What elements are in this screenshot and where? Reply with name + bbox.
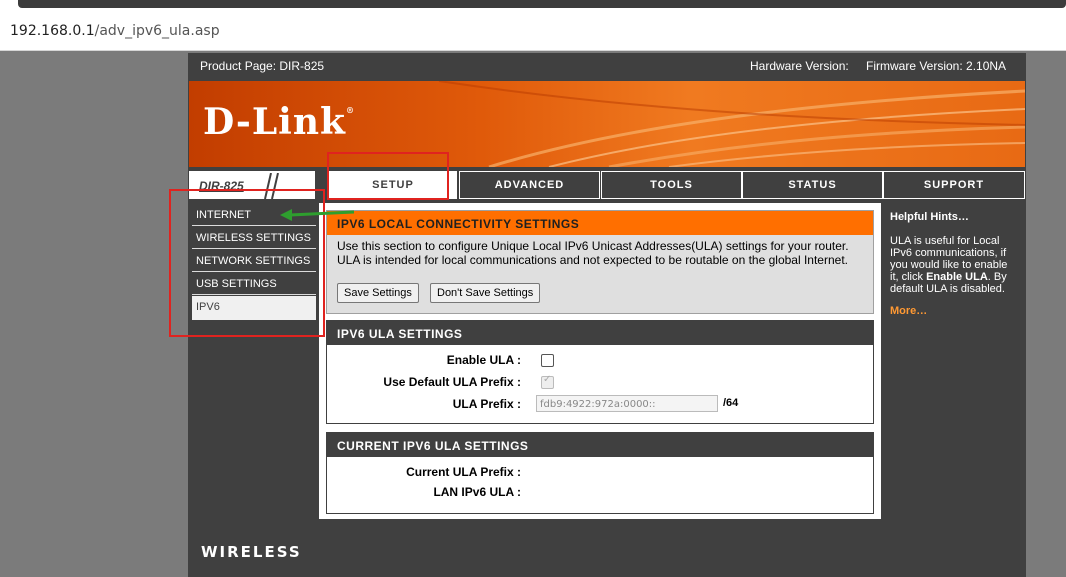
address-bar[interactable]: 192.168.0.1/adv_ipv6_ula.asp (0, 12, 1066, 51)
default-prefix-row: Use Default ULA Prefix : (327, 372, 875, 392)
tab-tools[interactable]: TOOLS (601, 171, 742, 199)
save-settings-button[interactable]: Save Settings (337, 283, 419, 303)
prefix-length: /64 (723, 397, 739, 409)
enable-ula-label: Enable ULA : (446, 353, 521, 367)
annotation-arrow-icon (280, 209, 355, 221)
wireless-footer-label: WIRELESS (201, 543, 302, 561)
ula-prefix-row: ULA Prefix : fdb9:4922:972a:0000:: /64 (327, 394, 875, 414)
browser-top-strip (0, 0, 1066, 12)
hints-body: ULA is useful for Local IPv6 communicati… (890, 235, 1008, 295)
section-description: Use this section to configure Unique Loc… (337, 239, 849, 267)
ipv6-local-connectivity-panel: IPV6 LOCAL CONNECTIVITY SETTINGS Use thi… (326, 210, 874, 314)
current-prefix-label: Current ULA Prefix : (406, 465, 521, 479)
product-bar: Product Page: DIR-825 Hardware Version: … (188, 53, 1026, 79)
hardware-version: Hardware Version: (750, 59, 849, 73)
enable-ula-checkbox[interactable] (541, 354, 554, 367)
firmware-version: Firmware Version: 2.10NA (866, 59, 1007, 73)
browser-tabbar (18, 0, 1066, 8)
tab-support[interactable]: SUPPORT (883, 171, 1025, 199)
section-title: IPV6 LOCAL CONNECTIVITY SETTINGS (327, 211, 873, 235)
lan-ipv6-ula-label: LAN IPv6 ULA : (433, 485, 521, 499)
use-default-prefix-checkbox[interactable] (541, 374, 554, 389)
enable-ula-row: Enable ULA : (327, 350, 875, 370)
ula-prefix-input[interactable]: fdb9:4922:972a:0000:: (536, 395, 718, 412)
default-prefix-label: Use Default ULA Prefix : (383, 375, 521, 389)
dlink-banner: D-Link® (189, 81, 1025, 167)
ipv6-ula-settings-panel: IPV6 ULA SETTINGS Enable ULA : Use Defau… (326, 320, 874, 424)
more-link[interactable]: More… (890, 305, 927, 317)
product-page-link[interactable]: Product Page: DIR-825 (200, 59, 324, 73)
annotation-highlight-setup (327, 152, 449, 200)
footer: WIRELESS (188, 521, 1026, 577)
tab-advanced[interactable]: ADVANCED (459, 171, 600, 199)
section-title: IPV6 ULA SETTINGS (327, 321, 873, 345)
dont-save-settings-button[interactable]: Don't Save Settings (430, 283, 541, 303)
current-prefix-row: Current ULA Prefix : (327, 462, 875, 482)
ula-prefix-label: ULA Prefix : (452, 397, 521, 411)
helpful-hints-panel: Helpful Hints… ULA is useful for Local I… (883, 203, 1026, 519)
dlink-logo: D-Link® (203, 101, 355, 143)
hints-title: Helpful Hints… (890, 211, 969, 223)
main-content: IPV6 LOCAL CONNECTIVITY SETTINGS Use thi… (319, 203, 881, 519)
tab-status[interactable]: STATUS (742, 171, 883, 199)
section-title: CURRENT IPV6 ULA SETTINGS (327, 433, 873, 457)
current-ipv6-ula-panel: CURRENT IPV6 ULA SETTINGS Current ULA Pr… (326, 432, 874, 514)
url-text[interactable]: 192.168.0.1/adv_ipv6_ula.asp (10, 23, 220, 39)
lan-ipv6-ula-row: LAN IPv6 ULA : (327, 482, 875, 502)
